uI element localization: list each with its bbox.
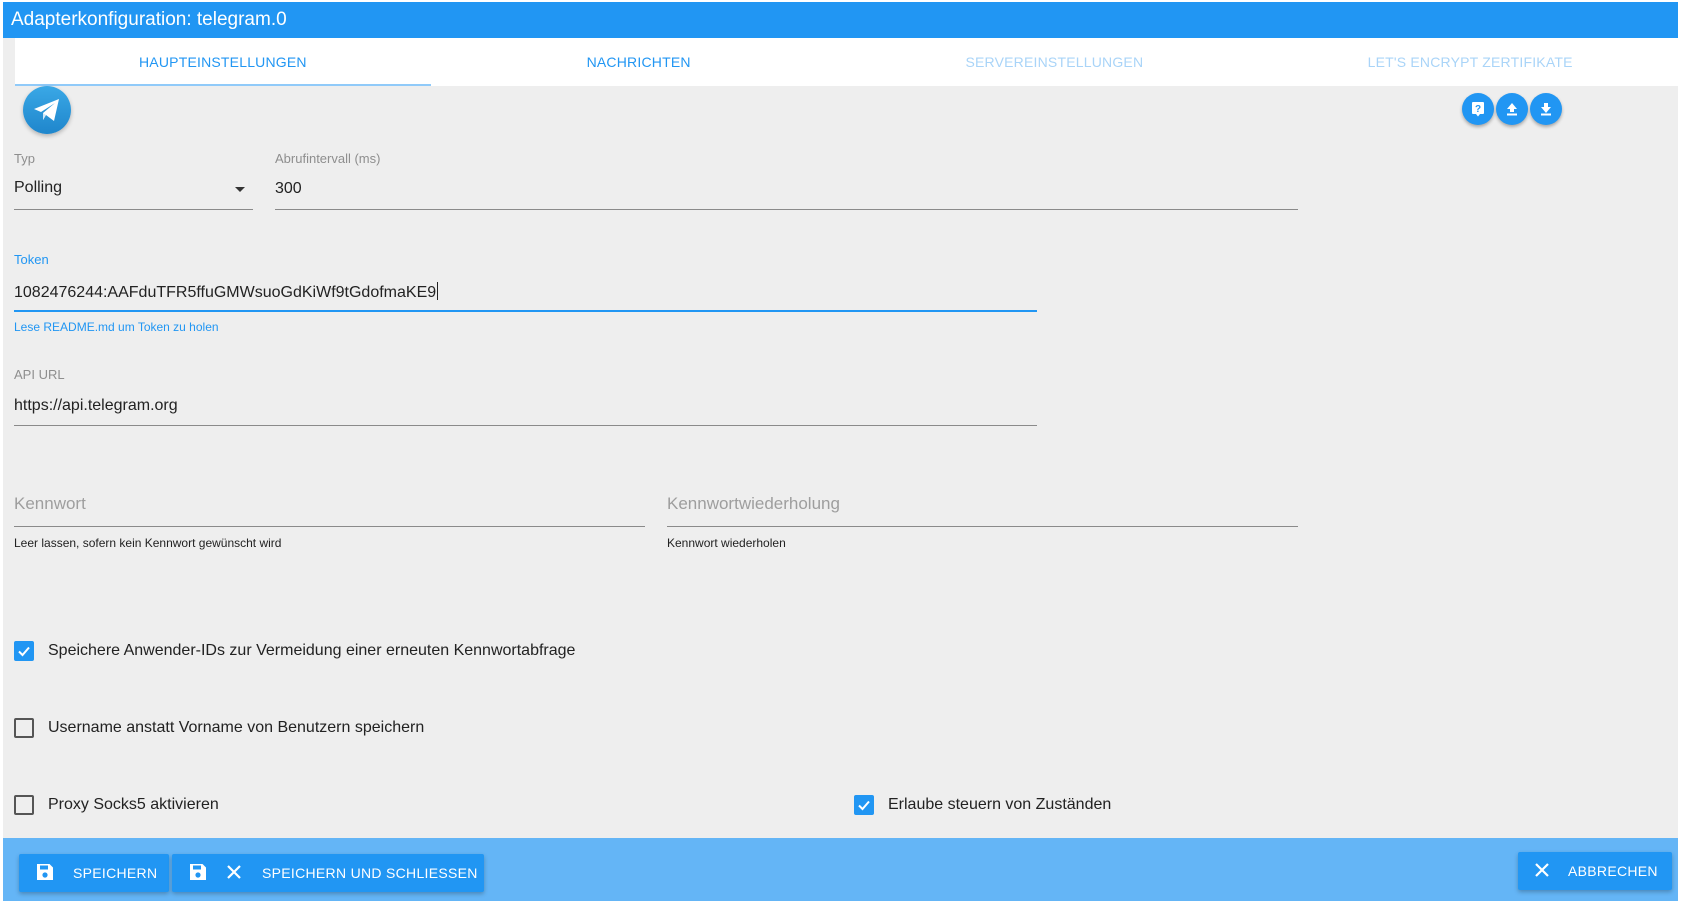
tab-lets-encrypt[interactable]: LET'S ENCRYPT ZERTIFIKATE [1262,38,1678,86]
tab-haupteinstellungen[interactable]: HAUPTEINSTELLUNGEN [15,38,431,86]
password-repeat-underline [667,526,1298,527]
save-ids-label: Speichere Anwender-IDs zur Vermeidung ei… [48,642,576,659]
typ-value: Polling [14,179,63,196]
footer-bar: SPEICHERN SPEICHERN UND SCHLIESSEN ABBRE… [3,838,1678,901]
allow-states-checkbox[interactable] [854,795,874,815]
tab-nachrichten[interactable]: NACHRICHTEN [431,38,847,86]
text-cursor [437,282,439,300]
password-underline [14,526,645,527]
download-button[interactable] [1530,93,1562,125]
token-value-wrap: 1082476244:AAFduTFR5ffuGMWsuoGdKiWf9tGdo… [14,282,439,302]
save-ids-checkbox[interactable] [14,641,34,661]
proxy-checkbox[interactable] [14,795,34,815]
save-label: SPEICHERN [73,865,158,881]
cancel-button[interactable]: ABBRECHEN [1518,852,1672,890]
username-checkbox[interactable] [14,718,34,738]
token-underline [14,310,1037,312]
interval-input[interactable]: Abrufintervall (ms) 300 [275,151,1298,213]
interval-value: 300 [275,180,302,197]
proxy-label: Proxy Socks5 aktivieren [48,796,219,813]
save-and-close-label: SPEICHERN UND SCHLIESSEN [262,865,478,881]
password-helper: Leer lassen, sofern kein Kennwort gewüns… [14,536,282,550]
token-label: Token [14,252,49,267]
chevron-down-icon [235,187,245,192]
typ-select[interactable]: Typ Polling [14,151,253,213]
api-url-input[interactable]: API URL https://api.telegram.org [14,367,1037,429]
token-value: 1082476244:AAFduTFR5ffuGMWsuoGdKiWf9tGdo… [14,284,437,301]
allow-states-checkbox-row[interactable]: Erlaube steuern von Zuständen [854,795,1111,815]
svg-text:?: ? [1475,104,1481,115]
save-ids-checkbox-row[interactable]: Speichere Anwender-IDs zur Vermeidung ei… [14,641,575,661]
api-url-underline [14,425,1037,426]
help-button[interactable]: ? [1462,93,1494,125]
password-repeat-placeholder: Kennwortwiederholung [667,494,840,513]
typ-label: Typ [14,151,35,166]
upload-button[interactable] [1496,93,1528,125]
api-url-label: API URL [14,367,65,382]
token-helper: Lese README.md um Token zu holen [14,320,219,334]
typ-underline [14,209,253,210]
save-icon [35,862,55,885]
tab-bar: HAUPTEINSTELLUNGEN NACHRICHTEN SERVEREIN… [15,38,1678,86]
save-and-close-button[interactable]: SPEICHERN UND SCHLIESSEN [172,854,484,892]
password-placeholder: Kennwort [14,494,86,513]
cancel-label: ABBRECHEN [1568,863,1658,879]
save-icon [188,862,208,885]
password-repeat-input[interactable]: Kennwortwiederholung Kennwort wiederhole… [667,491,1298,553]
allow-states-label: Erlaube steuern von Zuständen [888,796,1112,813]
username-checkbox-row[interactable]: Username anstatt Vorname von Benutzern s… [14,718,424,738]
adapter-config-dialog: Adapterkonfiguration: telegram.0 HAUPTEI… [3,2,1678,901]
username-label: Username anstatt Vorname von Benutzern s… [48,719,425,736]
close-icon [226,864,242,883]
tab-servereinstellungen[interactable]: SERVEREINSTELLUNGEN [847,38,1263,86]
api-url-value: https://api.telegram.org [14,397,178,414]
save-button[interactable]: SPEICHERN [19,854,169,892]
telegram-logo-icon [23,86,71,134]
token-input[interactable]: Token 1082476244:AAFduTFR5ffuGMWsuoGdKiW… [14,252,1037,337]
proxy-checkbox-row[interactable]: Proxy Socks5 aktivieren [14,795,219,815]
interval-underline [275,209,1298,210]
interval-label: Abrufintervall (ms) [275,151,381,166]
password-repeat-helper: Kennwort wiederholen [667,536,786,550]
window-title: Adapterkonfiguration: telegram.0 [3,2,1678,38]
password-input[interactable]: Kennwort Leer lassen, sofern kein Kennwo… [14,491,645,553]
close-icon [1534,862,1550,881]
